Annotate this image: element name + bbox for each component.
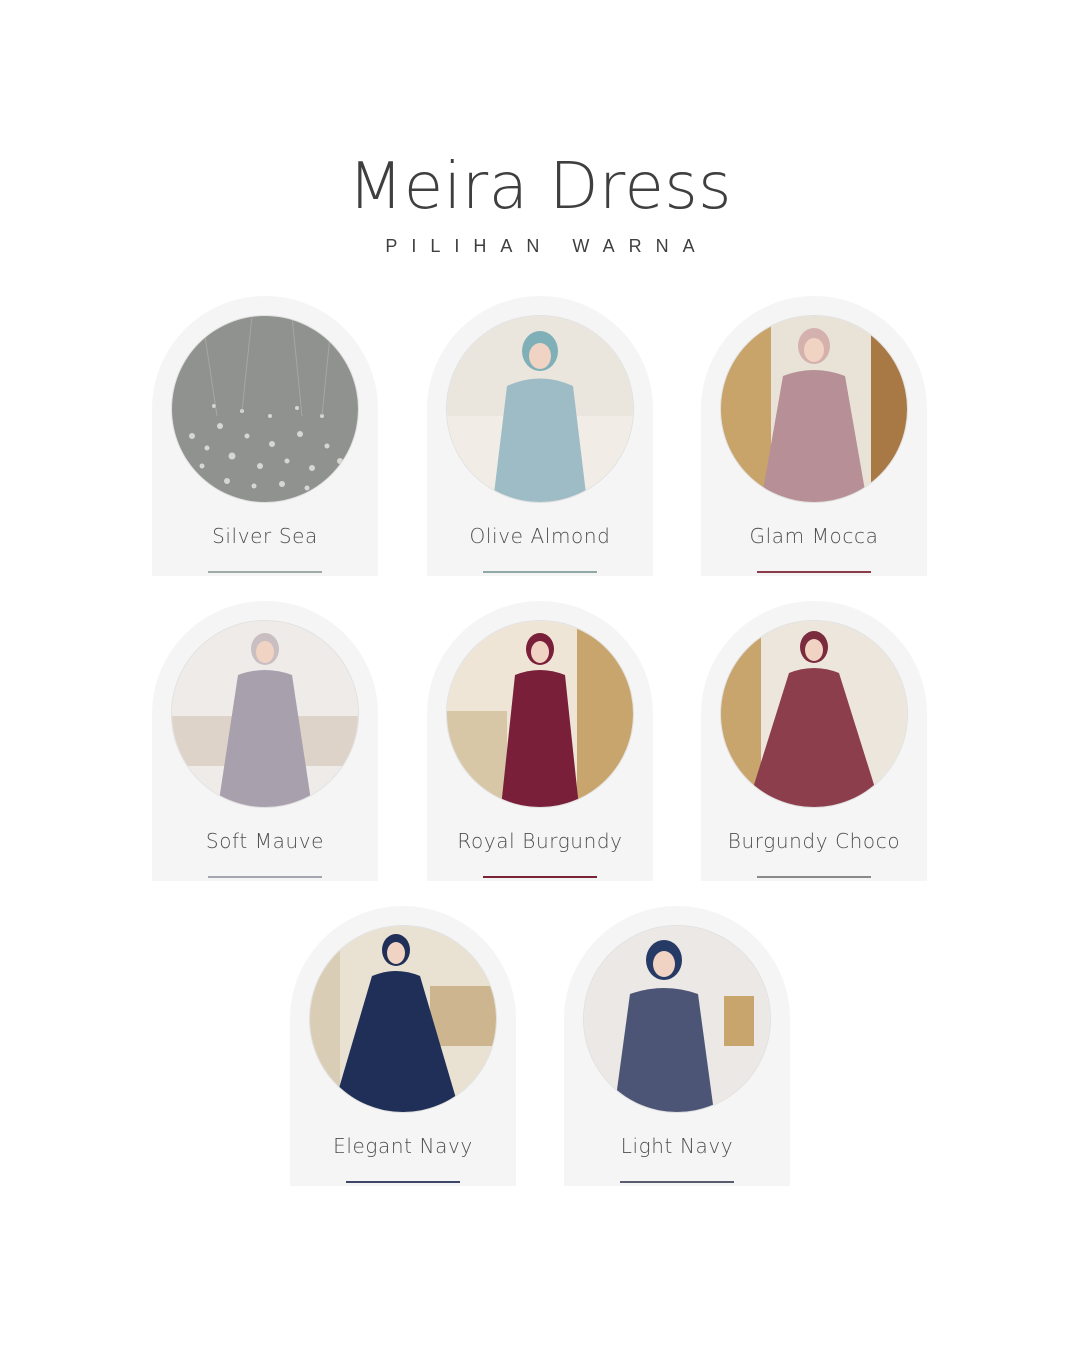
model-image <box>447 621 633 807</box>
model-photo <box>721 316 907 502</box>
color-swatch-line <box>208 571 322 573</box>
color-card-soft-mauve[interactable]: Soft Mauve <box>152 601 378 881</box>
sequin-texture-image <box>172 316 358 502</box>
color-card-light-navy[interactable]: Light Navy <box>564 906 790 1186</box>
model-photo <box>447 316 633 502</box>
model-image <box>172 621 358 807</box>
model-photo <box>172 621 358 807</box>
color-card-royal-burgundy[interactable]: Royal Burgundy <box>427 601 653 881</box>
model-photo <box>447 621 633 807</box>
color-card-elegant-navy[interactable]: Elegant Navy <box>290 906 516 1186</box>
model-image <box>721 621 907 807</box>
color-name: Soft Mauve <box>205 829 325 853</box>
color-name: Light Navy <box>620 1134 734 1158</box>
page-subtitle: PILIHAN WARNA <box>385 236 709 256</box>
color-card-burgundy-choco[interactable]: Burgundy Choco <box>701 601 927 881</box>
color-card-silver-sea[interactable]: Silver Sea <box>152 296 378 576</box>
color-card-olive-almond[interactable]: Olive Almond <box>427 296 653 576</box>
model-photo <box>721 621 907 807</box>
color-name: Olive Almond <box>469 524 611 548</box>
model-photo <box>584 926 770 1112</box>
model-photo <box>310 926 496 1112</box>
color-swatch-line <box>483 571 597 573</box>
color-name: Elegant Navy <box>333 1134 473 1158</box>
color-swatch-line <box>757 571 871 573</box>
color-swatch-line <box>483 876 597 878</box>
model-image <box>584 926 770 1112</box>
page-title: Meira Dress <box>348 150 732 224</box>
model-image <box>310 926 496 1112</box>
color-name: Royal Burgundy <box>457 829 623 853</box>
color-card-glam-mocca[interactable]: Glam Mocca <box>701 296 927 576</box>
color-swatch-line <box>346 1181 460 1183</box>
color-name: Burgundy Choco <box>727 829 901 853</box>
sequin-texture-photo <box>172 316 358 502</box>
model-image <box>447 316 633 502</box>
color-swatch-line <box>757 876 871 878</box>
color-name: Silver Sea <box>212 524 318 548</box>
color-swatch-line <box>620 1181 734 1183</box>
color-swatch-line <box>208 876 322 878</box>
color-name: Glam Mocca <box>749 524 879 548</box>
model-image <box>721 316 907 502</box>
